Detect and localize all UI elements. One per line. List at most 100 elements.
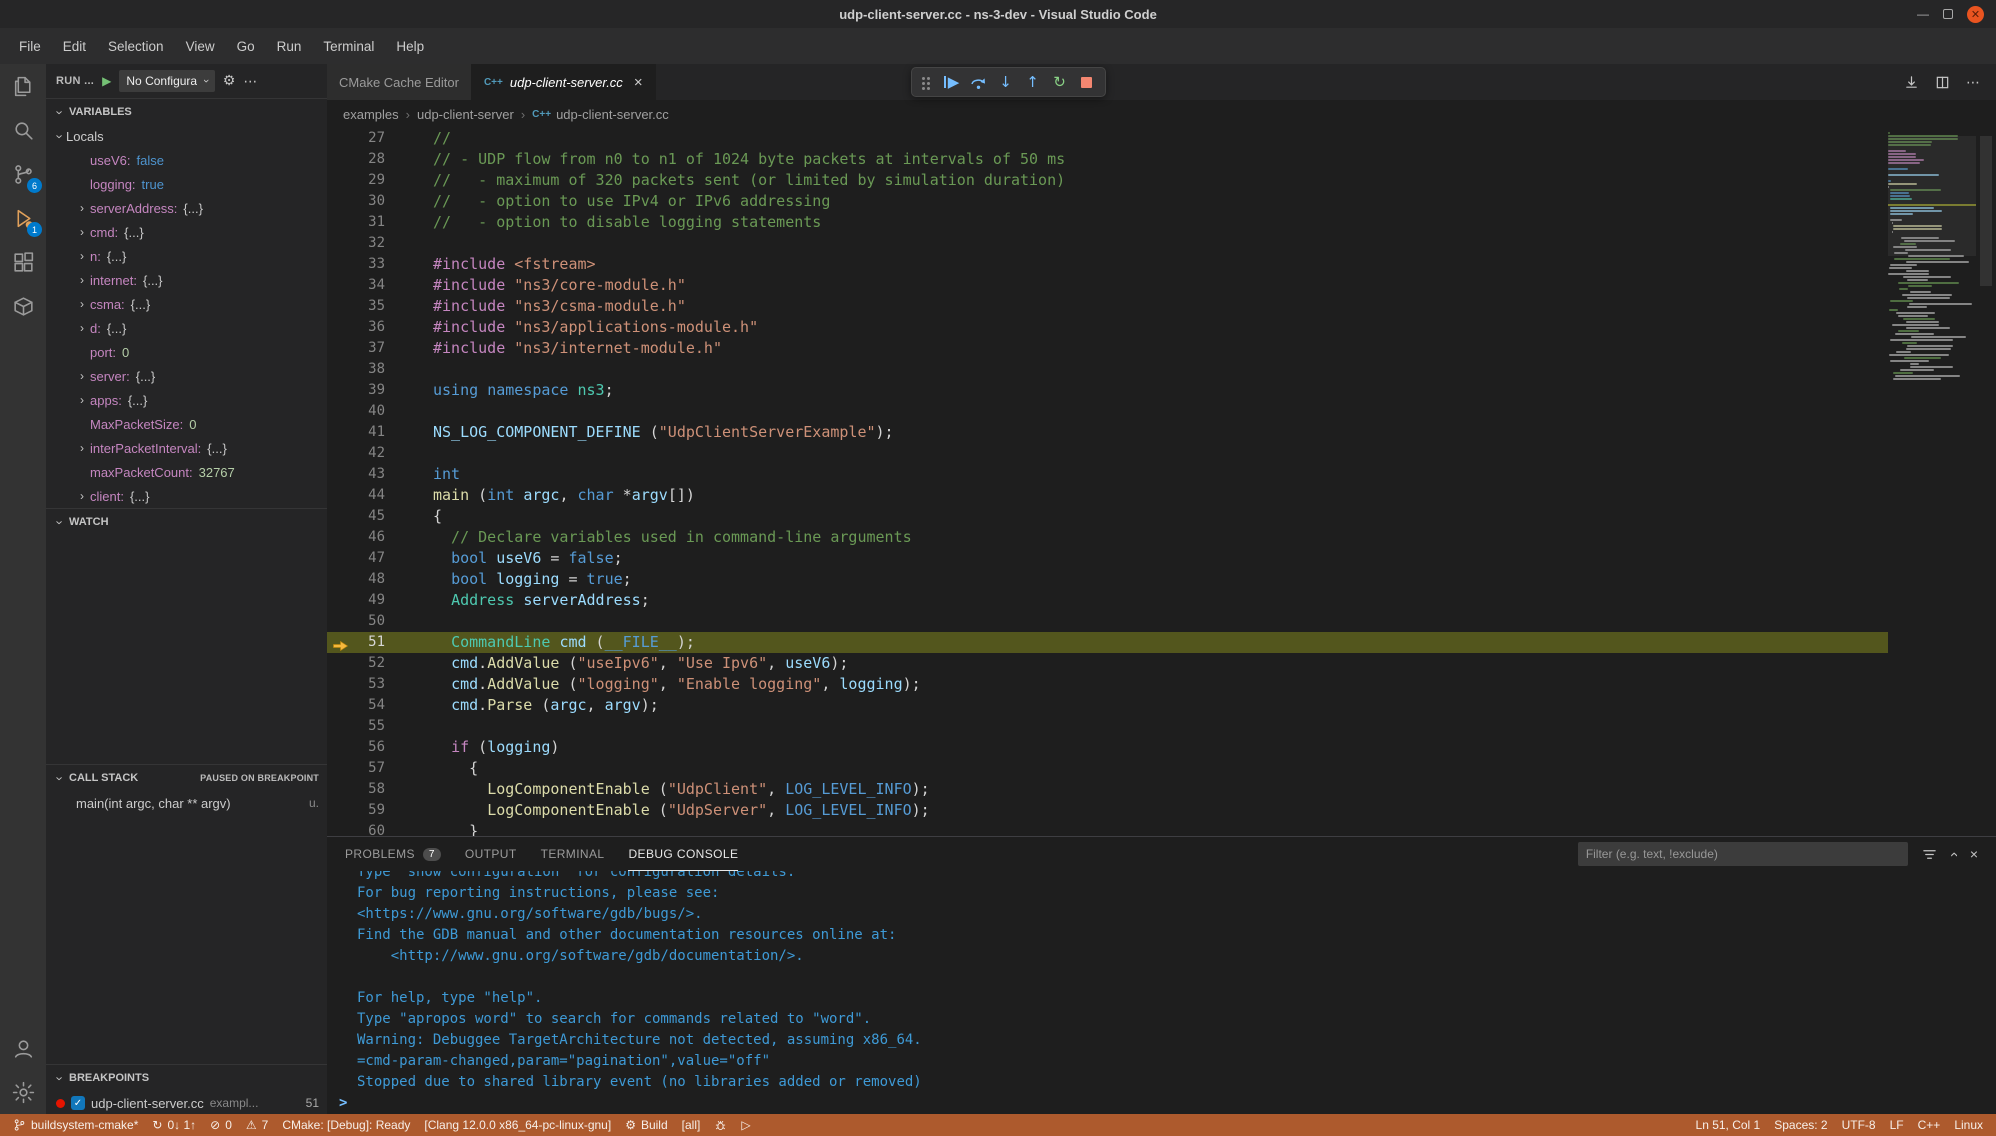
glyph-margin[interactable] bbox=[327, 737, 355, 758]
code-line-56[interactable]: 56 if (logging) bbox=[327, 737, 1996, 758]
glyph-margin[interactable] bbox=[327, 674, 355, 695]
code-line-39[interactable]: 39using namespace ns3; bbox=[327, 380, 1996, 401]
glyph-margin[interactable] bbox=[327, 275, 355, 296]
variable-row[interactable]: ›server:{...} bbox=[46, 364, 327, 388]
code-line-46[interactable]: 46 // Declare variables used in command-… bbox=[327, 527, 1996, 548]
scope-locals[interactable]: › Locals bbox=[46, 125, 327, 148]
glyph-margin[interactable] bbox=[327, 506, 355, 527]
menu-item-run[interactable]: Run bbox=[266, 28, 313, 64]
gutter[interactable]: 38 bbox=[327, 359, 405, 380]
status-branch[interactable]: buildsystem-cmake* bbox=[6, 1114, 145, 1136]
glyph-margin[interactable] bbox=[327, 611, 355, 632]
code-line-54[interactable]: 54 cmd.Parse (argc, argv); bbox=[327, 695, 1996, 716]
variable-row[interactable]: ›d:{...} bbox=[46, 316, 327, 340]
restart-icon[interactable]: ↻ bbox=[1047, 70, 1072, 95]
glyph-margin[interactable] bbox=[327, 443, 355, 464]
variable-row[interactable]: maxPacketCount:32767 bbox=[46, 460, 327, 484]
status-launch[interactable]: ▷ bbox=[734, 1114, 757, 1136]
glyph-margin[interactable] bbox=[327, 149, 355, 170]
variables-header[interactable]: › VARIABLES bbox=[46, 99, 327, 125]
panel-tab-output[interactable]: OUTPUT bbox=[465, 837, 517, 871]
breadcrumb-item[interactable]: udp-client-server bbox=[417, 107, 514, 122]
stack-frame[interactable]: main(int argc, char ** argv) u. bbox=[46, 791, 327, 815]
glyph-margin[interactable] bbox=[327, 800, 355, 821]
code-line-52[interactable]: 52 cmd.AddValue ("useIpv6", "Use Ipv6", … bbox=[327, 653, 1996, 674]
variable-row[interactable]: port:0 bbox=[46, 340, 327, 364]
more-actions-icon[interactable]: ⋯ bbox=[243, 73, 257, 90]
code-line-57[interactable]: 57 { bbox=[327, 758, 1996, 779]
code-line-49[interactable]: 49 Address serverAddress; bbox=[327, 590, 1996, 611]
code-line-29[interactable]: 29// - maximum of 320 packets sent (or l… bbox=[327, 170, 1996, 191]
filter-lines-icon[interactable] bbox=[1922, 847, 1937, 862]
status-build[interactable]: ⚙Build bbox=[618, 1114, 674, 1136]
code-line-30[interactable]: 30// - option to use IPv4 or IPv6 addres… bbox=[327, 191, 1996, 212]
explorer-icon[interactable] bbox=[0, 64, 46, 108]
gutter[interactable]: 34 bbox=[327, 275, 405, 296]
menu-item-file[interactable]: File bbox=[8, 28, 52, 64]
code-line-59[interactable]: 59 LogComponentEnable ("UdpServer", LOG_… bbox=[327, 800, 1996, 821]
code-line-37[interactable]: 37#include "ns3/internet-module.h" bbox=[327, 338, 1996, 359]
glyph-margin[interactable] bbox=[327, 422, 355, 443]
status-sync[interactable]: ↻0↓ 1↑ bbox=[145, 1114, 203, 1136]
package-icon[interactable] bbox=[0, 284, 46, 328]
gutter[interactable]: 35 bbox=[327, 296, 405, 317]
breadcrumb-item[interactable]: examples bbox=[343, 107, 399, 122]
glyph-margin[interactable] bbox=[327, 821, 355, 836]
status-build-target[interactable]: [all] bbox=[675, 1114, 708, 1136]
more-actions-icon[interactable]: ⋯ bbox=[1966, 74, 1980, 91]
debug-settings-gear-icon[interactable]: ⚙ bbox=[223, 73, 236, 89]
code-line-42[interactable]: 42 bbox=[327, 443, 1996, 464]
code-line-44[interactable]: 44main (int argc, char *argv[]) bbox=[327, 485, 1996, 506]
status-cmake-kit[interactable]: [Clang 12.0.0 x86_64-pc-linux-gnu] bbox=[417, 1114, 618, 1136]
run-debug-icon[interactable]: 1 bbox=[0, 196, 46, 240]
glyph-margin[interactable] bbox=[327, 191, 355, 212]
variable-row[interactable]: ›serverAddress:{...} bbox=[46, 196, 327, 220]
gutter[interactable]: 31 bbox=[327, 212, 405, 233]
code-line-38[interactable]: 38 bbox=[327, 359, 1996, 380]
code-line-55[interactable]: 55 bbox=[327, 716, 1996, 737]
panel-tab-problems[interactable]: PROBLEMS7 bbox=[345, 837, 441, 871]
accounts-icon[interactable] bbox=[0, 1026, 46, 1070]
variable-row[interactable]: ›client:{...} bbox=[46, 484, 327, 508]
gutter[interactable]: 57 bbox=[327, 758, 405, 779]
gutter[interactable]: 32 bbox=[327, 233, 405, 254]
drag-handle-icon[interactable] bbox=[922, 77, 925, 80]
extensions-icon[interactable] bbox=[0, 240, 46, 284]
maximize-panel-icon[interactable]: › bbox=[1945, 852, 1962, 857]
gutter[interactable]: 33 bbox=[327, 254, 405, 275]
gutter[interactable]: 41 bbox=[327, 422, 405, 443]
minimap[interactable] bbox=[1888, 130, 1976, 836]
status-debug-target[interactable] bbox=[707, 1114, 734, 1136]
gutter[interactable]: 55 bbox=[327, 716, 405, 737]
menu-item-help[interactable]: Help bbox=[385, 28, 435, 64]
minimap-slider[interactable] bbox=[1888, 136, 1976, 256]
glyph-margin[interactable] bbox=[327, 779, 355, 800]
status-eol[interactable]: LF bbox=[1883, 1114, 1911, 1136]
launch-config-dropdown[interactable]: No Configura › bbox=[119, 70, 214, 92]
glyph-margin[interactable] bbox=[327, 296, 355, 317]
code-line-58[interactable]: 58 LogComponentEnable ("UdpClient", LOG_… bbox=[327, 779, 1996, 800]
close-icon[interactable]: × bbox=[634, 74, 643, 91]
current-line-arrow-icon[interactable] bbox=[327, 632, 355, 653]
status-indentation[interactable]: Spaces: 2 bbox=[1767, 1114, 1834, 1136]
gutter[interactable]: 51 bbox=[327, 632, 405, 653]
gutter[interactable]: 47 bbox=[327, 548, 405, 569]
code-line-33[interactable]: 33#include <fstream> bbox=[327, 254, 1996, 275]
panel-tab-debug-console[interactable]: DEBUG CONSOLE bbox=[628, 837, 738, 871]
variable-row[interactable]: ›cmd:{...} bbox=[46, 220, 327, 244]
glyph-margin[interactable] bbox=[327, 380, 355, 401]
status-language-mode[interactable]: C++ bbox=[1911, 1114, 1948, 1136]
code-line-60[interactable]: 60 } bbox=[327, 821, 1996, 836]
code-line-35[interactable]: 35#include "ns3/csma-module.h" bbox=[327, 296, 1996, 317]
glyph-margin[interactable] bbox=[327, 590, 355, 611]
code-line-31[interactable]: 31// - option to disable logging stateme… bbox=[327, 212, 1996, 233]
close-panel-icon[interactable]: × bbox=[1970, 846, 1978, 862]
code-line-34[interactable]: 34#include "ns3/core-module.h" bbox=[327, 275, 1996, 296]
maximize-icon[interactable] bbox=[1943, 9, 1953, 19]
gutter[interactable]: 59 bbox=[327, 800, 405, 821]
gutter[interactable]: 43 bbox=[327, 464, 405, 485]
glyph-margin[interactable] bbox=[327, 527, 355, 548]
variable-row[interactable]: ›apps:{...} bbox=[46, 388, 327, 412]
glyph-margin[interactable] bbox=[327, 401, 355, 422]
variable-row[interactable]: ›internet:{...} bbox=[46, 268, 327, 292]
